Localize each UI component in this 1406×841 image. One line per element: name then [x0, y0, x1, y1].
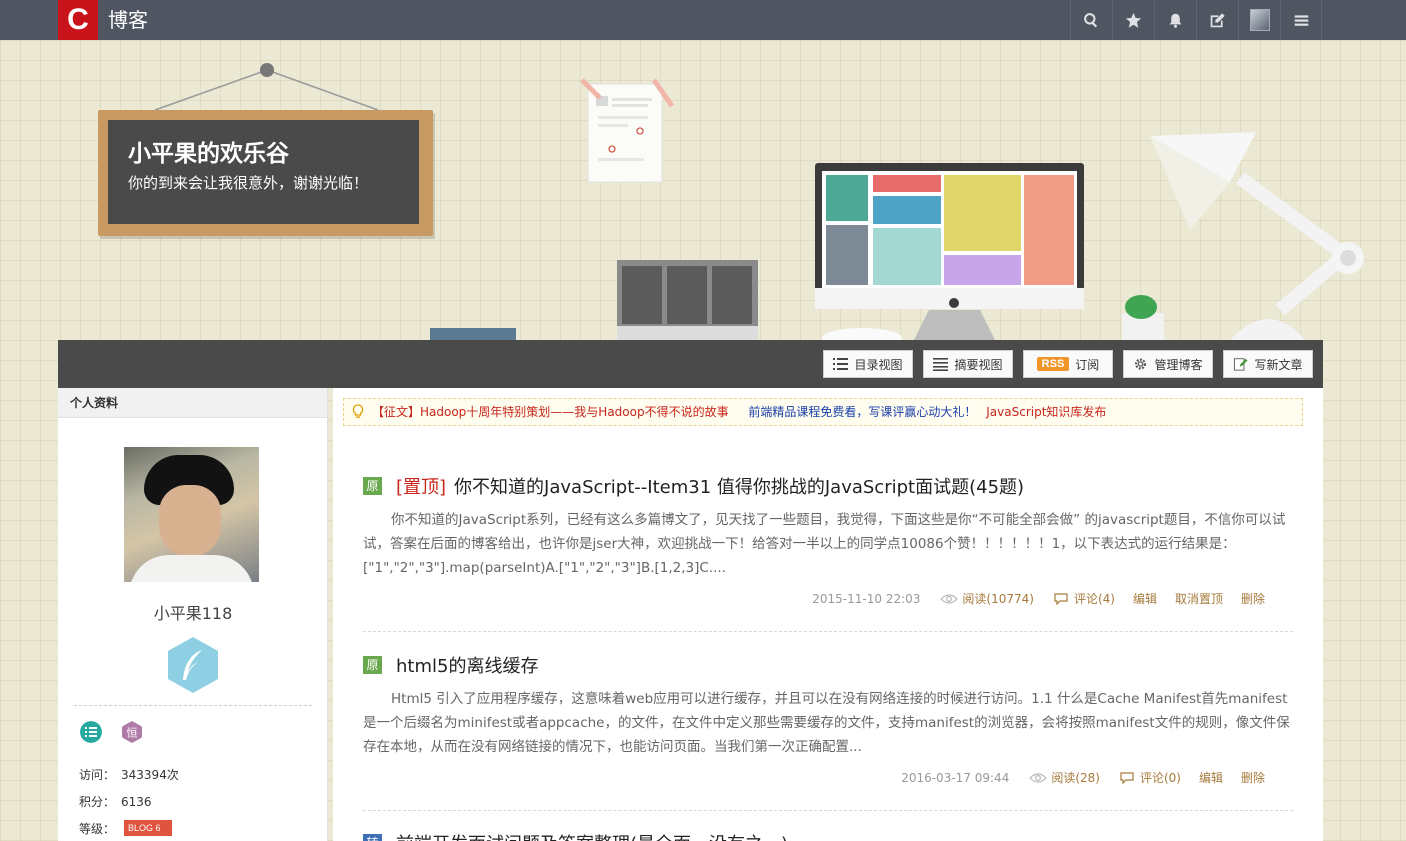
- article-summary: 你不知道的JavaScript系列，已经有这么多篇博文了，见天找了一些题目，我觉…: [363, 512, 1286, 576]
- points-value: 6136: [121, 795, 152, 809]
- article-date: 2015-11-10 22:03: [812, 591, 921, 606]
- level-stat: 等级：: [79, 820, 115, 837]
- pinned-label: [置顶]: [396, 477, 447, 498]
- eye-icon: [940, 593, 959, 604]
- manage-blog-label: 管理博客: [1154, 357, 1203, 372]
- menu-icon: [1294, 14, 1308, 26]
- notice-link-course[interactable]: 前端精品课程免费看，写课评赢心动大礼！: [748, 405, 976, 419]
- visits-value: 343394次: [121, 768, 179, 782]
- delete-link[interactable]: 删除: [1241, 769, 1265, 786]
- write-article-button[interactable]: 写新文章: [1223, 350, 1313, 378]
- notice-link-hadoop[interactable]: 【征文】Hadoop十周年特别策划——我与Hadoop不得不说的故事: [372, 405, 729, 419]
- subscribe-button[interactable]: RSS 订阅: [1023, 350, 1113, 378]
- summary-view-button[interactable]: 摘要视图: [923, 350, 1013, 378]
- write-button[interactable]: [1196, 0, 1238, 40]
- article-summary: Html5 引入了应用程序缓存，这意味着web应用可以进行缓存，并且可以在没有网…: [363, 691, 1290, 755]
- comment-icon: [1120, 771, 1134, 784]
- blog-banner: 小平果的欢乐谷 你的到来会让我很意外，谢谢光临！: [0, 40, 1406, 340]
- write-article-label: 写新文章: [1254, 357, 1303, 372]
- notifications-button[interactable]: [1154, 0, 1196, 40]
- article-title-link[interactable]: html5的离线缓存: [396, 652, 538, 678]
- article-title-row: 转 前端开发面试问题及答案整理(最全面，没有之一): [363, 831, 788, 841]
- persistence-medal-icon[interactable]: 恒: [121, 721, 143, 743]
- chalkboard: 小平果的欢乐谷 你的到来会让我很意外，谢谢光临！: [108, 120, 419, 224]
- article-title-link[interactable]: 你不知道的JavaScript--Item31 值得你挑战的JavaScript…: [454, 473, 1024, 499]
- star-icon: [1125, 12, 1142, 28]
- top-navbar: C 博客: [0, 0, 1406, 40]
- profile-username[interactable]: 小平果118: [58, 600, 328, 624]
- catalog-view-label: 目录视图: [854, 357, 903, 372]
- article-divider: [363, 631, 1293, 632]
- comment-link[interactable]: 评论(0): [1118, 769, 1181, 786]
- article-item: 原 html5的离线缓存 Html5 引入了应用程序缓存，这意味着web应用可以…: [363, 653, 1293, 813]
- list-icon: [833, 358, 849, 370]
- summary-view-label: 摘要视图: [954, 357, 1003, 372]
- summary-icon: [933, 358, 949, 371]
- favorites-button[interactable]: [1112, 0, 1154, 40]
- edit-icon: [1210, 12, 1225, 27]
- pencil-icon: [1234, 358, 1248, 371]
- manage-blog-button[interactable]: 管理博客: [1123, 350, 1213, 378]
- blog-title-board: 小平果的欢乐谷 你的到来会让我很意外，谢谢光临！: [98, 110, 433, 236]
- subscribe-label: 订阅: [1075, 357, 1100, 372]
- profile-sidebar: 个人资料 小平果118 恒 访问： 343394次 积分： 6136 等级： BLO…: [58, 388, 328, 841]
- blog-level-badge: BLOG 6: [124, 820, 172, 836]
- notice-bar: 【征文】Hadoop十周年特别策划——我与Hadoop不得不说的故事 前端精品课…: [343, 398, 1303, 426]
- profile-section-title: 个人资料: [58, 388, 327, 418]
- untop-link[interactable]: 取消置顶: [1175, 590, 1223, 607]
- article-item: 转 前端开发面试问题及答案整理(最全面，没有之一): [363, 831, 1293, 841]
- article-item: 原 [置顶] 你不知道的JavaScript--Item31 值得你挑战的Jav…: [363, 474, 1293, 634]
- bell-icon: [1169, 13, 1182, 28]
- search-button[interactable]: [1070, 0, 1112, 40]
- profile-avatar[interactable]: [124, 447, 259, 582]
- article-title-row: 原 [置顶] 你不知道的JavaScript--Item31 值得你挑战的Jav…: [363, 474, 1024, 498]
- svg-text:恒: 恒: [127, 727, 138, 740]
- article-list: 【征文】Hadoop十周年特别策划——我与Hadoop不得不说的故事 前端精品课…: [333, 388, 1323, 841]
- article-title-row: 原 html5的离线缓存: [363, 653, 538, 677]
- article-divider: [363, 810, 1293, 811]
- menu-button[interactable]: [1280, 0, 1322, 40]
- original-badge: 原: [363, 656, 382, 674]
- blog-name[interactable]: 小平果的欢乐谷: [128, 134, 289, 168]
- profile-divider: [74, 705, 312, 706]
- points-stat: 积分： 6136: [79, 793, 152, 810]
- article-date: 2016-03-17 09:44: [901, 770, 1010, 785]
- edit-link[interactable]: 编辑: [1133, 590, 1157, 607]
- rss-icon: RSS: [1036, 357, 1070, 371]
- user-avatar: [1249, 9, 1270, 31]
- comment-icon: [1054, 592, 1068, 605]
- comment-count-label: 评论(4): [1073, 592, 1115, 606]
- level-label: 等级：: [79, 822, 116, 836]
- notice-link-knowledge[interactable]: JavaScript知识库发布: [986, 405, 1106, 419]
- site-title[interactable]: 博客: [108, 0, 148, 40]
- article-meta: 2015-11-10 22:03 阅读(10774) 评论(4) 编辑 取消置顶…: [812, 590, 1265, 607]
- article-meta: 2016-03-17 09:44 阅读(28) 评论(0) 编辑 删除: [901, 769, 1265, 786]
- column-medal-icon[interactable]: [80, 721, 102, 743]
- search-icon: [1084, 12, 1098, 27]
- read-count-label: 阅读(28): [1051, 771, 1100, 785]
- read-count: 阅读(10774): [940, 590, 1034, 607]
- repost-badge: 转: [363, 834, 382, 841]
- lightbulb-icon: [352, 404, 364, 418]
- points-label: 积分：: [79, 795, 116, 809]
- visits-stat: 访问： 343394次: [79, 766, 179, 783]
- visits-label: 访问：: [79, 768, 116, 782]
- eye-icon: [1029, 772, 1048, 783]
- gear-icon: [1135, 358, 1147, 370]
- comment-count-label: 评论(0): [1139, 771, 1181, 785]
- delete-link[interactable]: 删除: [1241, 590, 1265, 607]
- blog-subtitle: 你的到来会让我很意外，谢谢光临！: [128, 174, 369, 192]
- top-icon-group: [1070, 0, 1322, 40]
- article-title-link[interactable]: 前端开发面试问题及答案整理(最全面，没有之一): [396, 830, 788, 841]
- user-avatar-button[interactable]: [1238, 0, 1280, 40]
- read-count: 阅读(28): [1029, 769, 1100, 786]
- csdn-logo[interactable]: C: [58, 0, 98, 40]
- edit-link[interactable]: 编辑: [1199, 769, 1223, 786]
- blog-toolbar: 目录视图 摘要视图 RSS 订阅 管理博客 写新文章: [58, 340, 1323, 388]
- comment-link[interactable]: 评论(4): [1052, 590, 1115, 607]
- feather-badge-icon: [168, 637, 218, 693]
- read-count-label: 阅读(10774): [962, 592, 1034, 606]
- catalog-view-button[interactable]: 目录视图: [823, 350, 913, 378]
- original-badge: 原: [363, 477, 382, 495]
